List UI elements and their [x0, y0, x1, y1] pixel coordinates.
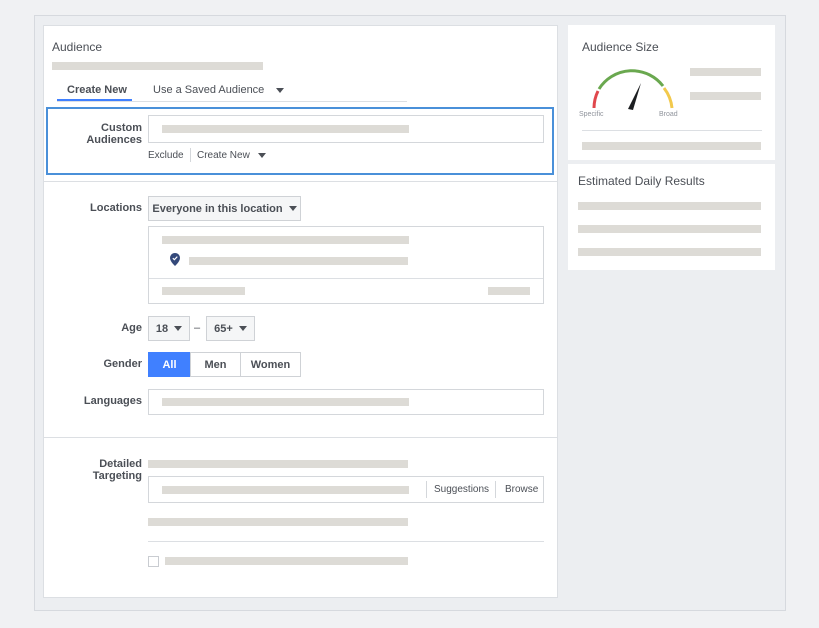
daily-results-placeholder — [578, 202, 761, 210]
location-pin-icon — [170, 253, 180, 271]
locations-list-divider — [149, 278, 543, 279]
languages-input[interactable] — [148, 389, 544, 415]
detailed-targeting-input[interactable]: Suggestions Browse — [148, 476, 544, 503]
custom-audiences-input-placeholder — [162, 125, 409, 133]
audience-size-summary-placeholder — [582, 142, 761, 150]
age-max-value: 65+ — [214, 322, 233, 335]
tab-create-new[interactable]: Create New — [67, 84, 127, 96]
location-browse-placeholder[interactable] — [488, 287, 530, 295]
locations-dropdown[interactable]: Everyone in this location — [148, 196, 301, 221]
audience-size-gauge-icon — [592, 69, 674, 110]
chevron-down-icon — [288, 206, 297, 211]
locations-list — [148, 226, 544, 304]
checkbox-label-placeholder — [165, 557, 408, 565]
location-placeholder-line — [162, 236, 409, 244]
audience-size-metric-placeholder — [690, 68, 761, 76]
age-min-dropdown[interactable]: 18 — [148, 316, 190, 341]
section-divider — [44, 181, 557, 182]
age-separator: – — [194, 322, 201, 334]
tab-use-saved-audience-label: Use a Saved Audience — [153, 84, 265, 96]
audience-size-title: Audience Size — [582, 40, 659, 54]
exclude-separator — [190, 148, 191, 162]
gender-women-button[interactable]: Women — [240, 352, 301, 377]
languages-input-placeholder — [162, 398, 409, 406]
input-separator — [495, 481, 496, 498]
chevron-down-icon — [238, 326, 247, 331]
daily-results-title: Estimated Daily Results — [578, 174, 705, 188]
daily-results-placeholder — [578, 248, 761, 256]
gender-men-button[interactable]: Men — [190, 352, 241, 377]
input-separator — [426, 481, 427, 498]
gauge-specific-label: Specific — [579, 111, 604, 118]
locations-dropdown-label: Everyone in this location — [152, 202, 283, 215]
location-item-placeholder — [189, 257, 408, 265]
exclude-link[interactable]: Exclude — [148, 150, 184, 161]
age-min-value: 18 — [155, 322, 169, 335]
gauge-broad-label: Broad — [659, 111, 678, 118]
custom-audiences-label: Custom Audiences — [86, 122, 142, 146]
tab-use-saved-audience[interactable]: Use a Saved Audience — [153, 84, 285, 96]
audience-size-metric-placeholder — [690, 92, 761, 100]
audience-title: Audience — [52, 40, 103, 54]
chevron-down-icon — [257, 153, 266, 158]
expand-interests-checkbox[interactable] — [148, 556, 159, 567]
custom-audiences-input[interactable] — [148, 115, 544, 143]
tabs-divider — [57, 101, 407, 102]
locations-label: Locations — [90, 202, 142, 214]
age-label: Age — [121, 322, 142, 334]
chevron-down-icon — [276, 87, 285, 93]
chevron-down-icon — [174, 326, 183, 331]
gender-all-button[interactable]: All — [148, 352, 191, 377]
create-new-dropdown[interactable]: Create New — [197, 150, 266, 161]
age-max-dropdown[interactable]: 65+ — [206, 316, 255, 341]
audience-size-divider — [582, 130, 762, 131]
detailed-targeting-label: Detailed Targeting — [92, 458, 142, 482]
languages-label: Languages — [83, 395, 142, 407]
create-new-dropdown-label: Create New — [197, 150, 250, 161]
detailed-targeting-description-placeholder — [148, 460, 408, 468]
section-divider — [44, 437, 557, 438]
audience-description-placeholder — [52, 62, 263, 70]
detailed-targeting-info-placeholder — [148, 518, 408, 526]
gender-label: Gender — [103, 358, 142, 370]
detailed-targeting-divider — [148, 541, 544, 542]
detailed-targeting-input-placeholder — [162, 486, 409, 494]
browse-button[interactable]: Browse — [505, 484, 538, 495]
location-search-placeholder[interactable] — [162, 287, 245, 295]
daily-results-placeholder — [578, 225, 761, 233]
suggestions-button[interactable]: Suggestions — [434, 484, 489, 495]
